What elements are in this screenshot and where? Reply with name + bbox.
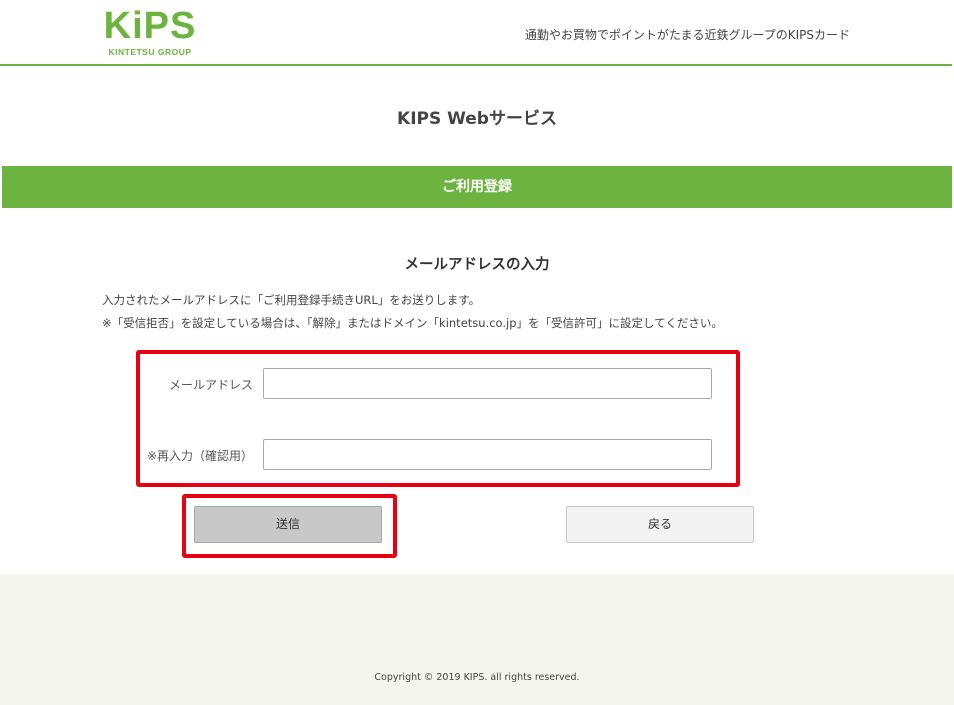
- notice-domain-text: ※「受信拒否」を設定している場合は、「解除」またはドメイン「kintetsu.c…: [102, 316, 723, 330]
- header-tagline: 通勤やお買物でポイントがたまる近鉄グループのKIPSカード: [524, 28, 850, 42]
- submit-button[interactable]: 送信: [194, 506, 382, 543]
- section-title: メールアドレスの入力: [404, 257, 550, 273]
- site-footer: Copyright © 2019 KIPS. all rights reserv…: [0, 574, 954, 705]
- logo-subtitle: KINTETSU GROUP: [108, 47, 192, 57]
- kips-logo[interactable]: KiPS KINTETSU GROUP: [100, 6, 200, 60]
- site-header: KiPS KINTETSU GROUP 通勤やお買物でポイントがたまる近鉄グルー…: [0, 0, 952, 66]
- email-confirm-field[interactable]: [263, 439, 712, 470]
- notice-text: 入力されたメールアドレスに「ご利用登録手続きURL」をお送りします。: [102, 293, 481, 307]
- logo-wordmark: KiPS: [103, 5, 197, 47]
- email-confirm-label: ※再入力（確認用）: [146, 449, 253, 463]
- back-button[interactable]: 戻る: [566, 506, 754, 543]
- registration-banner: ご利用登録: [2, 166, 952, 208]
- registration-banner-title: ご利用登録: [442, 179, 512, 195]
- service-title: KIPS Webサービス: [397, 109, 557, 129]
- copyright-text: Copyright © 2019 KIPS. all rights reserv…: [374, 672, 580, 683]
- email-label: メールアドレス: [168, 378, 253, 392]
- email-field[interactable]: [263, 368, 712, 399]
